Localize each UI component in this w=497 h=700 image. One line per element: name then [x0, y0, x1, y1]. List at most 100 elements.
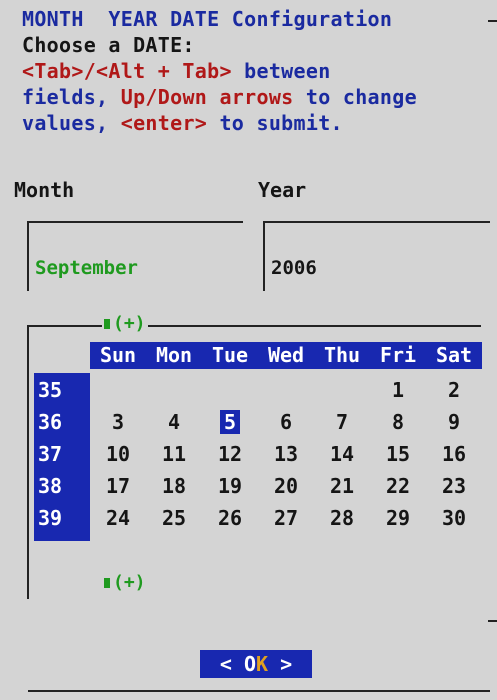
- ok-left-arrow: <: [219, 652, 232, 676]
- help-keys-enter: <enter>: [120, 111, 208, 135]
- calendar-day[interactable]: 10: [90, 443, 146, 465]
- ok-label-k: K: [256, 652, 269, 676]
- field-corner: [27, 277, 29, 291]
- calendar-day[interactable]: 8: [370, 411, 426, 433]
- calendar-day-number: 25: [161, 506, 187, 530]
- calendar-day-number: 1: [391, 378, 405, 402]
- calendar-day[interactable]: 17: [90, 475, 146, 497]
- weekday-label: Tue: [211, 343, 249, 367]
- week-number: 35: [38, 378, 63, 402]
- calendar-day[interactable]: 27: [258, 507, 314, 529]
- month-label: Month: [14, 178, 75, 202]
- calendar-day[interactable]: 21: [314, 475, 370, 497]
- calendar-day-number: 7: [335, 410, 349, 434]
- calendar-day-number: 15: [385, 442, 411, 466]
- calendar-day-number: 30: [441, 506, 467, 530]
- calendar-day[interactable]: 18: [146, 475, 202, 497]
- weekday-label: Sun: [99, 343, 137, 367]
- help-keys-arrows: Up/Down arrows: [120, 85, 294, 109]
- field-corner: [263, 277, 265, 291]
- help-line-1: <Tab>/<Alt + Tab> between: [22, 60, 331, 82]
- calendar-day-number: 14: [329, 442, 355, 466]
- calendar-day[interactable]: 13: [258, 443, 314, 465]
- week-number-column: 35 36 37 38 39: [34, 373, 90, 541]
- calendar-day[interactable]: 25: [146, 507, 202, 529]
- calendar-day-number: 10: [105, 442, 131, 466]
- calendar-day[interactable]: 1: [370, 379, 426, 401]
- ok-right-arrow: >: [268, 652, 293, 676]
- calendar-day-number: 20: [273, 474, 299, 498]
- calendar-day[interactable]: 16: [426, 443, 482, 465]
- calendar-day[interactable]: 28: [314, 507, 370, 529]
- expand-bottom-button[interactable]: (+): [102, 572, 148, 593]
- calendar-day-number: 26: [217, 506, 243, 530]
- weekday-label: Mon: [155, 343, 193, 367]
- help-line-3: values, <enter> to submit.: [22, 112, 343, 134]
- week-number: 39: [38, 506, 63, 530]
- calendar-day[interactable]: 2: [426, 379, 482, 401]
- help-text-submit: to submit.: [207, 111, 343, 135]
- calendar-day[interactable]: 19: [202, 475, 258, 497]
- help-text-fields: fields,: [22, 85, 121, 109]
- weekday-label: Wed: [267, 343, 305, 367]
- calendar-day-number: 5: [219, 410, 241, 434]
- calendar-day[interactable]: 7: [314, 411, 370, 433]
- calendar-day[interactable]: 15: [370, 443, 426, 465]
- frame-edge-mark: [488, 620, 497, 622]
- marker-icon: [104, 578, 110, 588]
- calendar-day[interactable]: 30: [426, 507, 482, 529]
- calendar-day[interactable]: 29: [370, 507, 426, 529]
- bottom-rule: [28, 690, 490, 692]
- ok-button[interactable]: < OK >: [200, 650, 312, 678]
- calendar-day-number: 16: [441, 442, 467, 466]
- calendar-day[interactable]: 20: [258, 475, 314, 497]
- calendar-day[interactable]: 24: [90, 507, 146, 529]
- calendar-day-number: 4: [167, 410, 181, 434]
- calendar-day[interactable]: 23: [426, 475, 482, 497]
- help-text-change: to change: [293, 85, 417, 109]
- month-field[interactable]: September: [27, 221, 243, 291]
- calendar-day-number: 9: [447, 410, 461, 434]
- calendar-day[interactable]: 5: [202, 410, 258, 434]
- calendar-day-number: 29: [385, 506, 411, 530]
- weekday-label: Fri: [379, 343, 417, 367]
- year-value: 2006: [271, 257, 317, 279]
- instruction-text: Choose a DATE:: [22, 33, 195, 57]
- calendar-day-number: 21: [329, 474, 355, 498]
- frame-edge-mark: [488, 20, 497, 22]
- expand-bottom-label: (+): [113, 572, 146, 593]
- calendar-day-number: 11: [161, 442, 187, 466]
- week-number: 36: [38, 410, 63, 434]
- week-number: 37: [38, 442, 63, 466]
- calendar-day[interactable]: 4: [146, 411, 202, 433]
- calendar-day-number: 12: [217, 442, 243, 466]
- year-field[interactable]: 2006: [263, 221, 490, 291]
- weekday-label: Sat: [435, 343, 473, 367]
- expand-top-label: (+): [113, 313, 146, 334]
- ok-label-o: O: [231, 652, 256, 676]
- calendar-day[interactable]: 12: [202, 443, 258, 465]
- month-value: September: [35, 257, 138, 279]
- calendar-day-number: 28: [329, 506, 355, 530]
- calendar-day[interactable]: 3: [90, 411, 146, 433]
- calendar-day-number: 23: [441, 474, 467, 498]
- calendar-day[interactable]: 11: [146, 443, 202, 465]
- expand-top-button[interactable]: (+): [102, 313, 148, 334]
- help-line-2: fields, Up/Down arrows to change: [22, 86, 417, 108]
- calendar-day[interactable]: 26: [202, 507, 258, 529]
- year-label: Year: [258, 178, 307, 202]
- help-keys-tab: <Tab>/<Alt + Tab>: [22, 59, 232, 83]
- calendar-day-number: 24: [105, 506, 131, 530]
- week-number: 38: [38, 474, 63, 498]
- weekday-header: Sun Mon Tue Wed Thu Fri Sat: [90, 342, 482, 369]
- calendar-day[interactable]: 9: [426, 411, 482, 433]
- calendar-day[interactable]: 22: [370, 475, 426, 497]
- calendar-day-number: 19: [217, 474, 243, 498]
- calendar-day-number: 13: [273, 442, 299, 466]
- weekday-label: Thu: [323, 343, 361, 367]
- help-text-between: between: [231, 59, 331, 83]
- calendar-day[interactable]: 14: [314, 443, 370, 465]
- help-text-values: values,: [22, 111, 121, 135]
- calendar-day[interactable]: 6: [258, 411, 314, 433]
- calendar-day-number: 22: [385, 474, 411, 498]
